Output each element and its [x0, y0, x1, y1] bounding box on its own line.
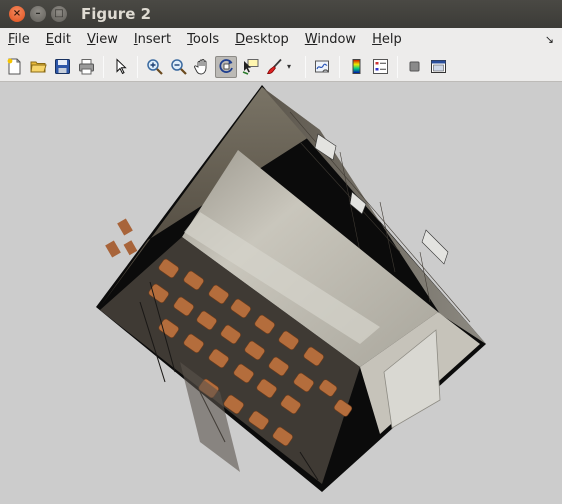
edit-plot-icon: [116, 58, 127, 75]
toolbar-separator: [103, 55, 104, 78]
save-button[interactable]: [51, 56, 73, 78]
toolbar-separator: [305, 55, 306, 78]
pan-button[interactable]: [191, 56, 213, 78]
brush-button[interactable]: [263, 56, 285, 78]
menu-view[interactable]: View: [79, 28, 126, 52]
toolbar-separator: [339, 55, 340, 78]
menu-bar: File Edit View Insert Tools Desktop Wind…: [0, 28, 562, 52]
save-icon: [54, 59, 70, 74]
dock-figure-icon[interactable]: ↘: [545, 33, 554, 46]
hide-plot-tools-icon: [409, 61, 419, 72]
figure-toolbar: ▾: [0, 52, 562, 82]
link-plot-button[interactable]: [311, 56, 333, 78]
hide-plot-tools-button[interactable]: [403, 56, 425, 78]
rotate-3d-icon: [218, 59, 233, 73]
brush-dropdown-icon[interactable]: ▾: [287, 62, 295, 71]
menu-edit[interactable]: Edit: [38, 28, 79, 52]
print-icon: [78, 59, 94, 75]
close-window-button[interactable]: ×: [9, 6, 25, 22]
data-cursor-icon: [242, 59, 258, 75]
new-figure-icon: [7, 58, 20, 75]
legend-button[interactable]: [369, 56, 391, 78]
data-cursor-button[interactable]: [239, 56, 261, 78]
window-titlebar: × – □ Figure 2: [0, 0, 562, 28]
zoom-in-button[interactable]: [143, 56, 165, 78]
show-plot-tools-icon: [430, 60, 446, 73]
open-file-icon: [29, 61, 47, 73]
maximize-window-button[interactable]: □: [51, 6, 67, 22]
menu-window[interactable]: Window: [297, 28, 364, 52]
toolbar-separator: [397, 55, 398, 78]
brush-icon: [266, 58, 282, 75]
rotate-3d-button[interactable]: [215, 55, 237, 78]
pan-icon: [193, 59, 206, 75]
menu-file[interactable]: File: [0, 28, 38, 52]
menu-desktop[interactable]: Desktop: [227, 28, 297, 52]
menu-tools[interactable]: Tools: [179, 28, 227, 52]
toolbar-separator: [137, 55, 138, 78]
link-plot-icon: [314, 60, 329, 73]
zoom-out-button[interactable]: [167, 56, 189, 78]
edit-plot-button[interactable]: [109, 56, 131, 78]
print-button[interactable]: [75, 56, 97, 78]
minimize-window-button[interactable]: –: [30, 6, 46, 22]
legend-icon: [372, 59, 388, 74]
chairs-left-wall: [105, 218, 138, 258]
new-figure-button[interactable]: [3, 56, 25, 78]
open-file-button[interactable]: [27, 56, 49, 78]
axes-3d-cube[interactable]: [0, 82, 562, 504]
zoom-in-icon: [146, 59, 163, 75]
colorbar-icon: [352, 59, 360, 74]
zoom-out-icon: [170, 59, 187, 75]
show-plot-tools-button[interactable]: [427, 56, 449, 78]
menu-help[interactable]: Help: [364, 28, 410, 52]
figure-canvas[interactable]: [0, 82, 562, 504]
window-title: Figure 2: [81, 5, 152, 23]
colorbar-button[interactable]: [345, 56, 367, 78]
menu-insert[interactable]: Insert: [126, 28, 179, 52]
